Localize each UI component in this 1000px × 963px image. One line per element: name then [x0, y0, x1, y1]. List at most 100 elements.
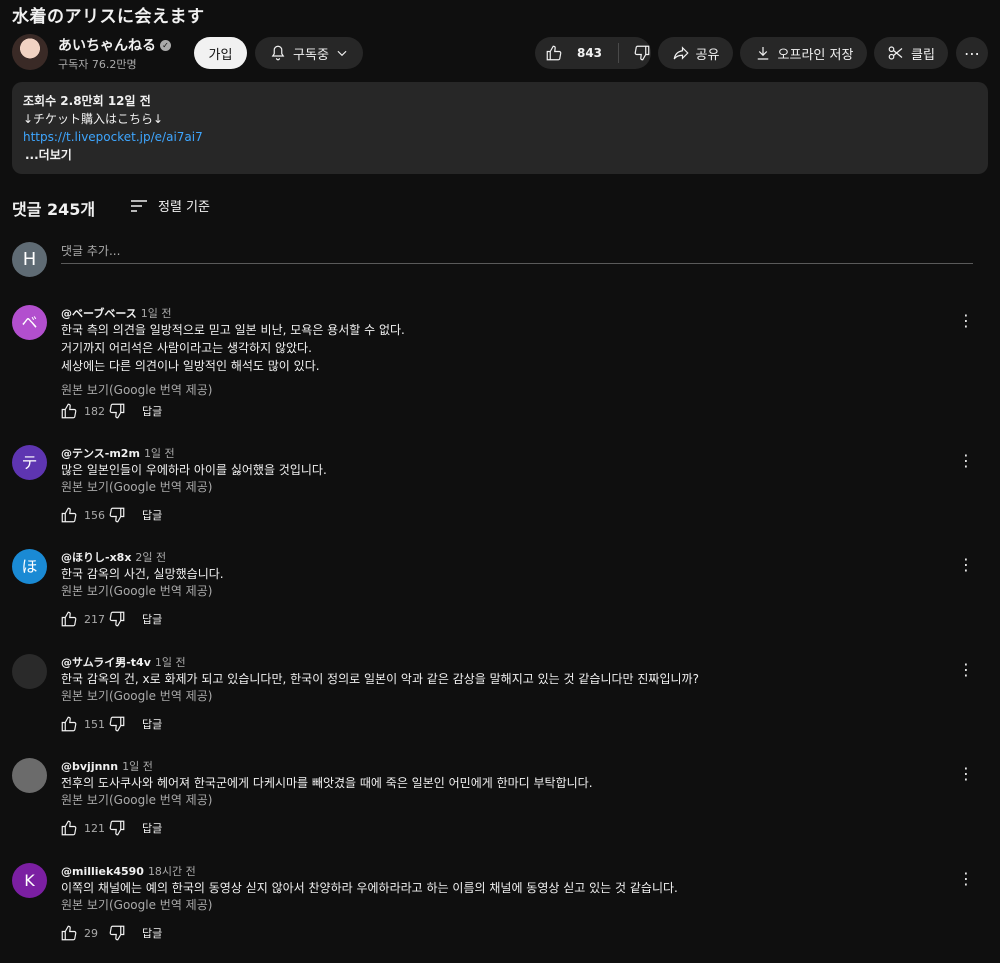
- comment-like-count: 151: [84, 717, 105, 731]
- dislike-icon[interactable]: [633, 44, 651, 62]
- comment-menu-icon[interactable]: ⋮: [958, 869, 974, 888]
- reply-button[interactable]: 답글: [142, 611, 162, 627]
- chevron-down-icon: [337, 50, 347, 57]
- commenter-avatar[interactable]: テ: [12, 445, 47, 480]
- subscribed-button[interactable]: 구독중: [255, 37, 363, 69]
- commenter-avatar[interactable]: ベ: [12, 305, 47, 340]
- view-original-link[interactable]: 원본 보기(Google 번역 제공): [61, 791, 212, 808]
- clip-button[interactable]: 클립: [874, 37, 948, 69]
- comment-like-icon[interactable]: [60, 715, 78, 733]
- comment-time[interactable]: 1일 전: [122, 760, 153, 773]
- comment-header: @bvjjnnn 1일 전: [61, 758, 153, 774]
- reply-button[interactable]: 답글: [142, 507, 162, 523]
- comment-dislike-icon[interactable]: [108, 506, 126, 524]
- commenter-handle[interactable]: @テンス-m2m: [61, 447, 140, 460]
- commenter-avatar[interactable]: K: [12, 863, 47, 898]
- comment-actions: 151 답글: [60, 715, 162, 733]
- comment-like-icon[interactable]: [60, 924, 78, 942]
- comment-dislike-icon[interactable]: [108, 715, 126, 733]
- commenter-handle[interactable]: @ほりし-x8x: [61, 551, 131, 564]
- comment-actions: 121 답글: [60, 819, 162, 837]
- comment-header: @サムライ男-t4v 1일 전: [61, 654, 186, 670]
- view-original-link[interactable]: 원본 보기(Google 번역 제공): [61, 478, 212, 495]
- more-actions-button[interactable]: ⋯: [956, 37, 988, 69]
- commenter-avatar[interactable]: [12, 654, 47, 689]
- reply-button[interactable]: 답글: [142, 925, 162, 941]
- comment-menu-icon[interactable]: ⋮: [958, 660, 974, 679]
- clip-label: 클립: [911, 47, 935, 63]
- comment-time[interactable]: 1일 전: [144, 447, 175, 460]
- comment-like-icon[interactable]: [60, 402, 78, 420]
- subscribed-label: 구독중: [293, 47, 329, 63]
- channel-name-wrap[interactable]: あいちゃんねる ✓: [58, 35, 171, 55]
- comment-time[interactable]: 18시간 전: [148, 865, 196, 878]
- like-count: 843: [576, 46, 603, 60]
- comment-time[interactable]: 1일 전: [141, 307, 172, 320]
- commenter-avatar[interactable]: ほ: [12, 549, 47, 584]
- commenter-handle[interactable]: @サムライ男-t4v: [61, 656, 151, 669]
- like-icon[interactable]: [545, 44, 563, 62]
- show-more-button[interactable]: ...더보기: [25, 146, 977, 164]
- comment-item: ベ @ベーブベース 1일 전한국 측의 의견을 일방적으로 믿고 일본 비난, 모욕…: [12, 305, 988, 433]
- comment-menu-icon[interactable]: ⋮: [958, 555, 974, 574]
- sort-button[interactable]: 정렬 기준: [130, 196, 210, 215]
- comment-text: 한국 측의 의견을 일방적으로 믿고 일본 비난, 모욕은 용서할 수 없다. …: [61, 323, 405, 373]
- view-original-link[interactable]: 원본 보기(Google 번역 제공): [61, 582, 212, 599]
- comment-like-icon[interactable]: [60, 819, 78, 837]
- download-label: 오프라인 저장: [777, 47, 854, 63]
- description-line: ↓チケット購入はこちら↓: [23, 112, 164, 126]
- commenter-handle[interactable]: @ベーブベース: [61, 307, 137, 320]
- bell-icon: [271, 45, 285, 61]
- channel-row: あいちゃんねる ✓ 구독자 76.2만명 가입 구독중 843 공유 오프라인 …: [12, 34, 988, 72]
- verified-icon: ✓: [160, 39, 171, 51]
- subscriber-count: 구독자 76.2만명: [58, 58, 137, 71]
- description-box[interactable]: 조회수 2.8만회 12일 전 ↓チケット購入はこちら↓ https://t.l…: [12, 82, 988, 174]
- commenter-handle[interactable]: @milliek4590: [61, 865, 144, 878]
- comment-time[interactable]: 1일 전: [155, 656, 186, 669]
- share-label: 공유: [695, 47, 720, 63]
- more-icon: ⋯: [964, 43, 980, 63]
- download-icon: [757, 47, 768, 60]
- add-comment-input[interactable]: 댓글 추가...: [61, 242, 973, 264]
- comment-actions: 182 답글: [60, 402, 162, 420]
- comment-dislike-icon[interactable]: [108, 402, 126, 420]
- comments-count: 댓글 245개: [12, 200, 96, 219]
- reply-button[interactable]: 답글: [142, 716, 162, 732]
- comment-like-icon[interactable]: [60, 506, 78, 524]
- sort-icon: [131, 199, 147, 212]
- video-title: 水着のアリスに会えます: [12, 7, 205, 27]
- description-link[interactable]: https://t.livepocket.jp/e/ai7ai7: [23, 130, 203, 144]
- comment-actions: 29 답글: [60, 924, 162, 942]
- share-icon: [673, 46, 689, 60]
- comment-time[interactable]: 2일 전: [135, 551, 166, 564]
- view-original-link[interactable]: 원본 보기(Google 번역 제공): [61, 687, 212, 704]
- comment-dislike-icon[interactable]: [108, 610, 126, 628]
- comment-text: 많은 일본인들이 우에하라 아이를 싫어했을 것입니다.: [61, 463, 327, 477]
- comment-text: 이쪽의 채널에는 예의 한국의 동영상 싣지 않아서 찬양하라 우에하라라고 하…: [61, 881, 678, 895]
- join-button[interactable]: 가입: [194, 37, 247, 69]
- view-original-link[interactable]: 원본 보기(Google 번역 제공): [61, 381, 212, 398]
- comment-dislike-icon[interactable]: [108, 924, 126, 942]
- reply-button[interactable]: 답글: [142, 820, 162, 836]
- view-original-link[interactable]: 원본 보기(Google 번역 제공): [61, 896, 212, 913]
- comment-item: @サムライ男-t4v 1일 전한국 감옥의 건, x로 화제가 되고 있습니다만,…: [12, 654, 988, 746]
- comment-like-icon[interactable]: [60, 610, 78, 628]
- user-avatar: H: [12, 242, 47, 277]
- channel-avatar[interactable]: [12, 34, 48, 70]
- reply-button[interactable]: 답글: [142, 403, 162, 419]
- comment-menu-icon[interactable]: ⋮: [958, 451, 974, 470]
- comment-dislike-icon[interactable]: [108, 819, 126, 837]
- comment-like-count: 182: [84, 404, 105, 418]
- channel-name[interactable]: あいちゃんねる: [58, 35, 156, 55]
- comment-text: 한국 감옥의 건, x로 화제가 되고 있습니다만, 한국이 정의로 일본이 악…: [61, 672, 699, 686]
- share-button[interactable]: 공유: [658, 37, 733, 69]
- comment-header: @ほりし-x8x 2일 전: [61, 549, 166, 565]
- commenter-avatar[interactable]: [12, 758, 47, 793]
- comment-menu-icon[interactable]: ⋮: [958, 764, 974, 783]
- comment-text: 전후의 도사쿠사와 헤어져 한국군에게 다케시마를 빼앗겼을 때에 죽은 일본인…: [61, 776, 593, 790]
- comment-item: ほ @ほりし-x8x 2일 전 한국 감옥의 사건, 실망했습니다. 원본 보기(Goo…: [12, 549, 988, 641]
- download-button[interactable]: 오프라인 저장: [740, 37, 867, 69]
- commenter-handle[interactable]: @bvjjnnn: [61, 760, 118, 773]
- comment-menu-icon[interactable]: ⋮: [958, 311, 974, 330]
- comment-header: @テンス-m2m 1일 전: [61, 445, 175, 461]
